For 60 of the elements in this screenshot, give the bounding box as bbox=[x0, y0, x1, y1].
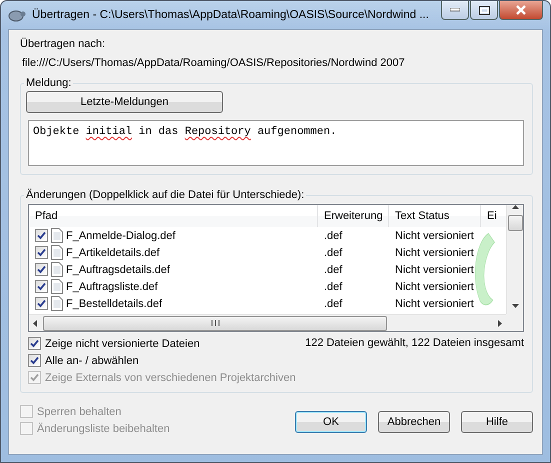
dialog-button[interactable]: Hilfe bbox=[461, 411, 533, 433]
turtle-icon bbox=[8, 8, 26, 22]
table-cell-text: .def bbox=[323, 298, 344, 310]
maximize-button[interactable] bbox=[470, 1, 498, 20]
checkbox[interactable] bbox=[35, 280, 48, 293]
file-icon bbox=[51, 228, 63, 243]
window-title: Übertragen - C:\Users\Thomas\AppData\Roaming\OASIS\Source\Nordwind ... bbox=[32, 9, 430, 21]
checkbox[interactable] bbox=[35, 246, 48, 259]
scroll-left-icon[interactable] bbox=[33, 320, 37, 326]
table-cell-text: Nicht versioniert bbox=[394, 230, 475, 242]
table-cell-text: Nicht versioniert bbox=[394, 264, 475, 276]
checkbox-label: Änderungsliste beibehalten bbox=[37, 422, 170, 434]
close-icon bbox=[515, 5, 527, 15]
minimize-icon bbox=[450, 8, 460, 12]
scroll-thumb[interactable] bbox=[508, 215, 522, 231]
maximize-icon bbox=[478, 6, 490, 14]
selection-summary: 122 Dateien gewählt, 122 Dateien insgesamt bbox=[305, 337, 524, 351]
file-icon bbox=[51, 279, 63, 294]
checkbox-label: Alle an- / abwählen bbox=[45, 354, 139, 366]
dialog-button[interactable]: OK bbox=[295, 411, 367, 433]
checkbox-label: Zeige nicht versionierte Dateien bbox=[45, 338, 200, 350]
checkbox[interactable] bbox=[35, 297, 48, 310]
table-cell-text: .def bbox=[323, 264, 344, 276]
table-cell-text: .def bbox=[323, 246, 344, 258]
scroll-right-icon[interactable] bbox=[498, 320, 502, 326]
scroll-down-icon[interactable] bbox=[512, 304, 518, 308]
dialog-button[interactable]: Abbrechen bbox=[378, 411, 450, 433]
file-name: F_Auftragsdetails.def bbox=[66, 264, 170, 276]
table-cell-text: .def bbox=[323, 280, 344, 292]
file-icon bbox=[51, 296, 63, 311]
message-field[interactable]: Objekte initial in das Repository aufgenommen. bbox=[28, 120, 524, 166]
file-icon bbox=[51, 245, 63, 260]
grip-icon bbox=[210, 320, 220, 326]
checkbox-label: Sperren behalten bbox=[37, 406, 122, 418]
column-header[interactable]: Erweiterung bbox=[318, 205, 389, 227]
checkbox-label: Zeige Externals von verschiedenen Projektarchiven bbox=[45, 372, 296, 384]
target-url: file:///C:/Users/Thomas/AppData/Roaming/OASIS/Repositories/Nordwind 2007 bbox=[22, 57, 406, 69]
minimize-button[interactable] bbox=[441, 1, 469, 20]
close-button[interactable] bbox=[499, 1, 543, 20]
scroll-up-icon[interactable] bbox=[512, 205, 518, 209]
table-cell-text: .def bbox=[323, 230, 344, 242]
file-name: F_Bestelldetails.def bbox=[66, 298, 162, 310]
checkbox[interactable] bbox=[28, 354, 41, 367]
checkbox[interactable] bbox=[35, 229, 48, 242]
column-header[interactable]: Text Status bbox=[389, 205, 481, 227]
target-label: Übertragen nach: bbox=[20, 38, 106, 50]
checkbox[interactable] bbox=[28, 337, 41, 350]
file-name: F_Artikeldetails.def bbox=[66, 246, 160, 258]
scroll-thumb[interactable] bbox=[43, 316, 387, 330]
file-name: F_Anmelde-Dialog.def bbox=[66, 230, 176, 242]
group-title: Änderungen (Doppelklick auf die Datei für Unterschiede): bbox=[25, 189, 306, 201]
table-cell-text: Nicht versioniert bbox=[394, 298, 475, 310]
column-header[interactable]: Pfad bbox=[29, 205, 318, 227]
group-title: Meldung: bbox=[25, 77, 72, 89]
file-name: F_Auftragsliste.def bbox=[66, 280, 158, 292]
table-cell-text: Nicht versioniert bbox=[394, 246, 475, 258]
checkbox[interactable] bbox=[35, 263, 48, 276]
file-icon bbox=[51, 262, 63, 277]
recent-messages-button[interactable]: Letzte-Meldungen bbox=[26, 91, 223, 113]
table-cell-text: Nicht versioniert bbox=[394, 280, 475, 292]
